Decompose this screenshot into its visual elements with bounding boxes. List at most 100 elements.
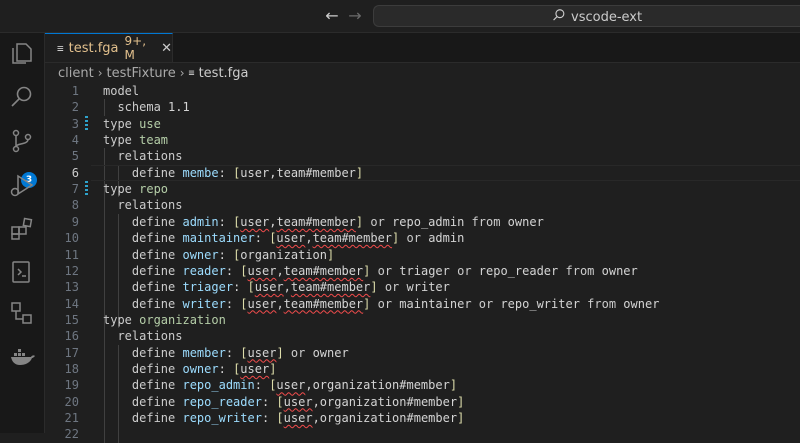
code-line[interactable]: 1 model [45,83,800,99]
code-line[interactable]: 12 define reader: [user,team#member] or … [45,263,800,279]
source-control-icon[interactable] [8,127,36,155]
code-line[interactable]: 19 define repo_admin: [user,organization… [45,377,800,393]
code-token: ] [457,411,465,425]
code-token: writer [406,280,450,295]
code-token: 1.1 [168,100,190,115]
code-text: define triager: [user,team#member] or wr… [103,279,450,295]
code-token: define [103,345,183,360]
code-line[interactable]: 4 type team [45,132,800,148]
workspace-name: vscode-ext [571,9,643,25]
code-token: from [464,214,508,229]
arrow-left-icon[interactable]: ← [322,6,342,26]
code-line[interactable]: 5 relations [45,148,800,164]
code-token: ] [449,378,458,393]
line-number: 10 [64,231,79,246]
error-token: user [276,231,306,246]
code-line[interactable]: 15 type organization [45,312,800,328]
error-token: user [247,345,277,360]
code-text: schema 1.1 [103,99,190,115]
docker-icon[interactable] [8,343,36,371]
breadcrumb-item-file[interactable]: test.fga [199,66,249,81]
code-line[interactable]: 18 define owner: [user] [45,361,800,377]
line-number: 14 [64,296,79,311]
code-line[interactable]: 8 relations [45,197,800,213]
code-text: define membe: [user,team#member] [103,165,363,181]
breadcrumb-item-client[interactable]: client [58,66,94,81]
code-token: or [471,296,501,311]
code-token: or [283,345,313,360]
line-number: 6 [71,165,79,180]
code-line[interactable]: 14 define writer: [user,team#member] or … [45,296,800,312]
code-text: relations [103,197,182,213]
code-line[interactable]: 22 [45,426,800,442]
code-line[interactable]: 3 type use [45,116,800,132]
files-icon[interactable] [8,39,36,67]
code-line[interactable]: 16 relations [45,328,800,344]
code-token: team#member [276,165,356,180]
extensions-icon[interactable] [8,215,36,243]
graph-icon[interactable] [8,299,36,327]
remote-explorer-icon[interactable] [8,258,36,286]
run-debug-icon[interactable] [8,171,36,199]
search-icon [552,8,566,26]
code-token: : [254,231,270,246]
code-text: model [103,83,139,99]
code-line[interactable]: 21 define repo_writer: [user,organizatio… [45,410,800,426]
line-number: 9 [71,214,79,229]
code-token: triager [399,263,450,278]
line-number: 5 [71,149,79,164]
line-number: 3 [71,116,79,131]
title-bar: ← → vscode-ext [0,0,800,33]
line-number: 8 [71,198,79,213]
code-token: [ [276,411,284,425]
command-center-search[interactable]: vscode-ext [373,5,800,27]
code-token: model [103,84,140,98]
code-token: triager [182,280,234,295]
code-line[interactable]: 7 type repo [45,181,800,197]
code-line[interactable]: 10 define maintainer: [user,team#member]… [45,230,800,246]
code-token: owner [623,296,660,311]
code-token: : [261,394,277,409]
code-line[interactable]: 13 define triager: [user,team#member] or… [45,279,800,295]
code-token: use [139,116,161,131]
code-line[interactable]: 9 define admin: [user,team#member] or re… [45,214,800,230]
code-text: type repo [103,181,168,197]
code-token: define [103,231,183,246]
code-token: ] [457,394,465,409]
code-text: type use [103,116,161,132]
arrow-right-icon[interactable]: → [345,6,365,26]
code-token: ] [327,247,335,262]
code-line[interactable]: 11 define owner: [organization] [45,247,800,263]
error-token: team#member [276,214,356,229]
code-text: define repo_reader: [user,organization#m… [103,394,464,410]
code-token: , [312,394,320,409]
code-token: [ [240,296,248,311]
tab-test-fga[interactable]: ≡ test.fga 9+, M ✕ [45,33,173,62]
close-icon[interactable]: ✕ [161,41,172,56]
code-line[interactable]: 17 define member: [user] or owner [45,345,800,361]
code-text: define reader: [user,team#member] or tri… [103,263,638,279]
breadcrumb: client › testFixture › ≡ test.fga [45,63,800,83]
code-token: repo_admin [392,214,465,229]
line-number: 2 [71,100,79,115]
code-token: ] [269,361,277,376]
code-token: define [103,296,183,311]
code-text: define repo_writer: [user,organization#m… [103,410,464,426]
code-text: define repo_admin: [user,organization#me… [103,377,457,393]
code-token: organization [139,312,226,327]
search-icon[interactable] [8,83,36,111]
line-number: 21 [64,411,79,425]
code-token: from [558,263,602,278]
breadcrumb-item-testfixture[interactable]: testFixture [107,66,176,81]
code-token: define [103,214,183,229]
code-text: relations [103,148,182,164]
code-line[interactable]: 20 define repo_reader: [user,organizatio… [45,394,800,410]
code-token: member [182,345,226,360]
code-line[interactable]: 6 define membe: [user,team#member] [45,165,800,181]
code-token: team [139,133,169,148]
code-token: ] [370,280,378,295]
code-token: or [363,214,393,229]
code-text: define admin: [user,team#member] or repo… [103,214,544,230]
code-editor[interactable]: 1 model 2 schema 1.1 3 type use 4 type team 5 r… [45,83,800,443]
code-line[interactable]: 2 schema 1.1 [45,99,800,115]
